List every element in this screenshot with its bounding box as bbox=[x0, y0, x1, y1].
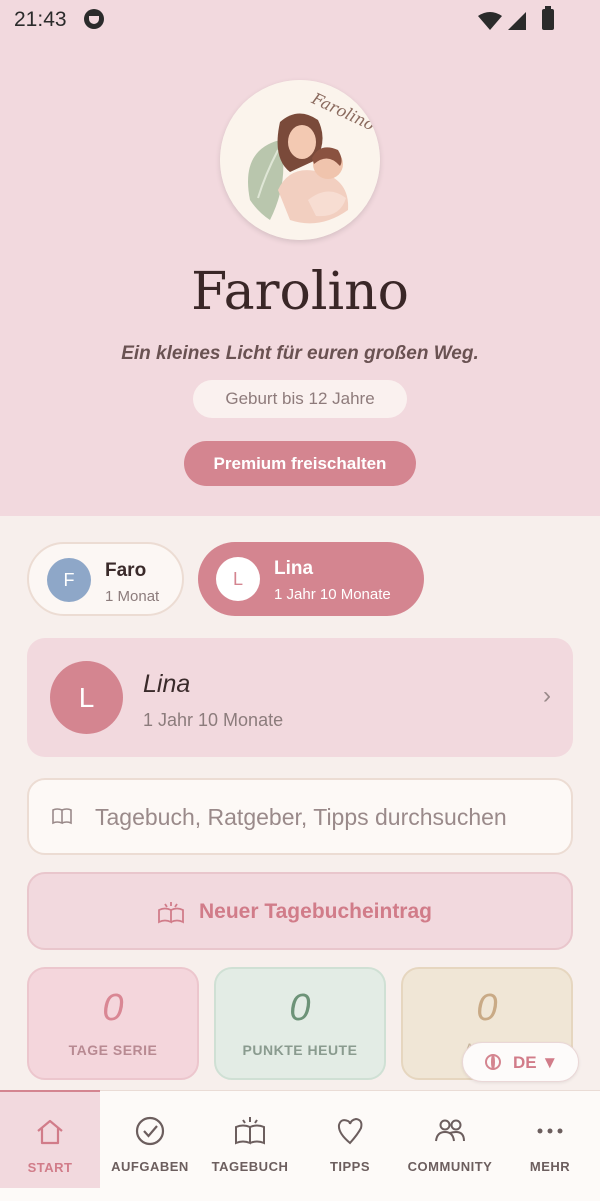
age-range-badge: Geburt bis 12 Jahre bbox=[193, 380, 407, 418]
stat-points-card: 0 PUNKTE HEUTE bbox=[214, 967, 386, 1080]
check-circle-icon bbox=[135, 1116, 165, 1146]
language-selector[interactable]: DE ▼ bbox=[462, 1042, 579, 1082]
child-age: 1 Monat bbox=[105, 588, 160, 605]
profile-name: Lina bbox=[143, 670, 191, 698]
child-profile-card[interactable]: L Lina 1 Jahr 10 Monate › bbox=[27, 638, 573, 757]
nav-tipps[interactable]: TIPPS bbox=[300, 1091, 400, 1187]
globe-icon bbox=[485, 1054, 501, 1070]
heart-icon bbox=[337, 1117, 363, 1145]
nav-label: TAGEBUCH bbox=[211, 1159, 289, 1174]
child-chip-lina[interactable]: L Lina 1 Jahr 10 Monate bbox=[198, 542, 424, 616]
avatar: L bbox=[216, 557, 260, 601]
hero-section: 21:43 Farolino Farolino Ein kleines Lich… bbox=[0, 0, 600, 516]
tagline: Ein kleines Licht für euren großen Weg. bbox=[121, 343, 479, 364]
home-icon bbox=[37, 1119, 63, 1145]
nav-tagebuch[interactable]: TAGEBUCH bbox=[200, 1091, 300, 1187]
app-title: Farolino bbox=[191, 262, 409, 322]
language-code: DE ▼ bbox=[513, 1053, 559, 1072]
premium-button[interactable]: Premium freischalten bbox=[184, 441, 416, 486]
new-entry-label: Neuer Tagebucheintrag bbox=[199, 900, 432, 923]
stat-streak-card: 0 TAGE SERIE bbox=[27, 967, 199, 1080]
stat-label: PUNKTE HEUTE bbox=[242, 1042, 358, 1058]
search-input[interactable]: Tagebuch, Ratgeber, Tipps durchsuchen bbox=[27, 778, 573, 855]
nav-mehr[interactable]: MEHR bbox=[500, 1091, 600, 1187]
caret-down-icon: ▼ bbox=[541, 1053, 559, 1072]
avatar: L bbox=[50, 661, 123, 734]
child-chip-faro[interactable]: F Faro 1 Monat bbox=[27, 542, 184, 616]
stat-label: TAGE SERIE bbox=[68, 1042, 158, 1058]
search-placeholder: Tagebuch, Ratgeber, Tipps durchsuchen bbox=[95, 804, 507, 830]
new-diary-entry-button[interactable]: Neuer Tagebucheintrag bbox=[27, 872, 573, 950]
app-logo: Farolino bbox=[220, 80, 380, 240]
stat-value: 0 bbox=[102, 987, 124, 1029]
bottom-navigation: START AUFGABEN TAGEBUCH TIPPS COMMUNITY bbox=[0, 1090, 600, 1201]
child-age: 1 Jahr 10 Monate bbox=[274, 586, 391, 603]
status-bar: 21:43 bbox=[0, 0, 600, 40]
nav-label: MEHR bbox=[529, 1159, 571, 1174]
avatar: F bbox=[47, 558, 91, 602]
status-time: 21:43 bbox=[14, 8, 67, 31]
nav-start[interactable]: START bbox=[0, 1090, 100, 1188]
battery-icon bbox=[542, 6, 554, 30]
diary-icon bbox=[158, 902, 184, 924]
book-icon bbox=[235, 1117, 265, 1145]
chevron-right-icon: › bbox=[543, 682, 551, 709]
nav-label: AUFGABEN bbox=[111, 1159, 189, 1174]
logo-illustration: Farolino bbox=[220, 80, 380, 240]
nav-community[interactable]: COMMUNITY bbox=[400, 1091, 500, 1187]
notification-icon bbox=[84, 9, 104, 29]
stat-value: 0 bbox=[289, 987, 311, 1029]
nav-label: TIPPS bbox=[329, 1159, 371, 1174]
child-name: Faro bbox=[105, 560, 147, 581]
people-icon bbox=[435, 1119, 465, 1142]
book-open-icon bbox=[52, 808, 72, 825]
nav-label: COMMUNITY bbox=[407, 1159, 493, 1174]
signal-icons bbox=[478, 12, 526, 30]
stat-value: 0 bbox=[476, 987, 498, 1029]
nav-aufgaben[interactable]: AUFGABEN bbox=[100, 1091, 200, 1187]
nav-label: START bbox=[27, 1160, 73, 1175]
profile-age: 1 Jahr 10 Monate bbox=[143, 710, 284, 730]
child-name: Lina bbox=[274, 558, 314, 579]
more-icon bbox=[537, 1128, 563, 1134]
